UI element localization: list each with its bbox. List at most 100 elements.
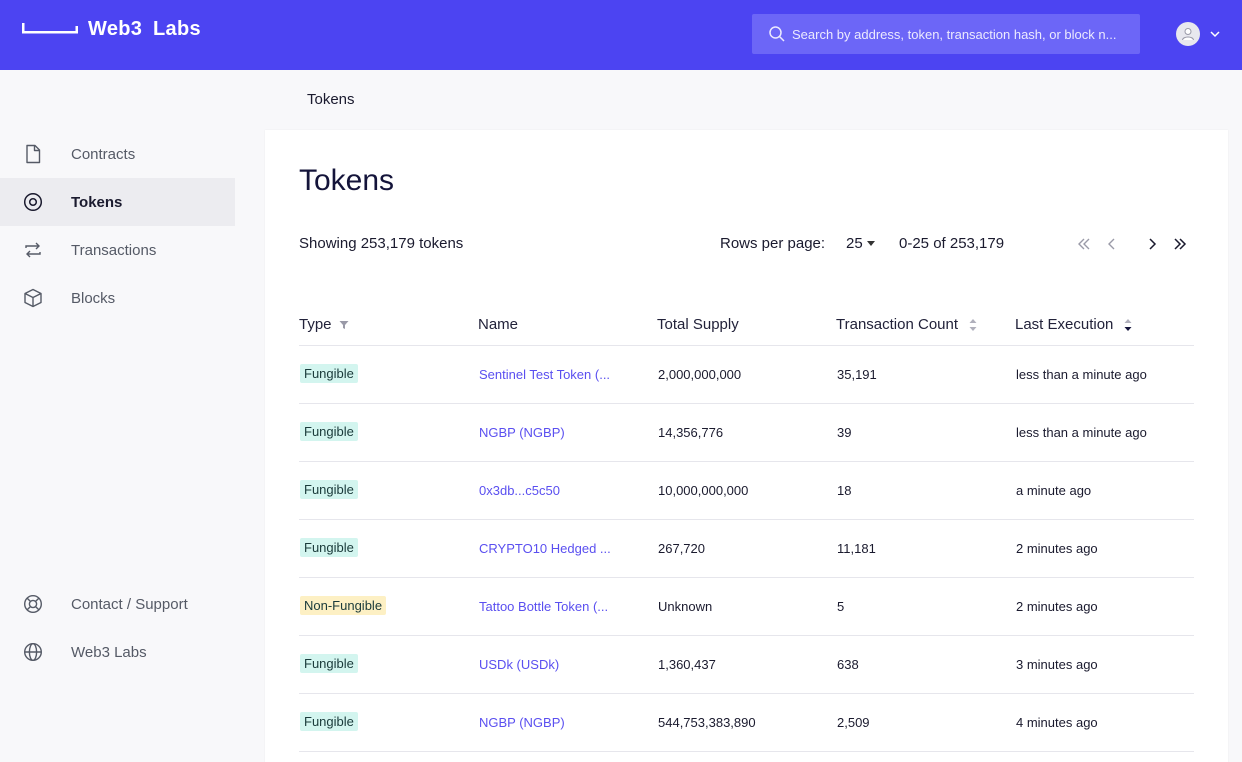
account-menu[interactable]	[1176, 22, 1222, 46]
transaction-count-cell: 18	[837, 483, 852, 498]
token-type-badge: Fungible	[300, 538, 358, 557]
transaction-count-cell: 11,181	[837, 541, 876, 556]
sidebar-item-transactions[interactable]: Transactions	[0, 226, 235, 274]
first-page-button[interactable]	[1074, 234, 1094, 254]
filter-icon[interactable]	[338, 319, 350, 331]
chevron-right-icon	[1149, 238, 1157, 250]
search-icon	[769, 26, 785, 42]
sidebar-item-contracts[interactable]: Contracts	[0, 130, 235, 178]
last-execution-cell: 2 minutes ago	[1016, 541, 1098, 556]
table-row[interactable]: Non-Fungible Tattoo Bottle Token (... Unkn…	[299, 578, 1194, 636]
table-row[interactable]: Fungible USDk (USDk) 1,360,437 638 3 minutes…	[299, 636, 1194, 694]
caret-down-icon	[866, 241, 875, 246]
token-count: Showing 253,179 tokens	[299, 235, 464, 252]
column-header-type[interactable]: Type	[299, 316, 350, 333]
last-page-button[interactable]	[1170, 234, 1190, 254]
pagination-range: 0-25 of 253,179	[899, 235, 1005, 252]
token-type-badge: Non-Fungible	[300, 596, 387, 615]
last-execution-cell: less than a minute ago	[1016, 425, 1147, 440]
token-name-link[interactable]: NGBP (NGBP)	[479, 425, 565, 440]
total-supply-cell: 10,000,000,000	[658, 483, 749, 498]
column-label: Name	[478, 316, 519, 333]
last-execution-cell: 3 minutes ago	[1016, 657, 1098, 672]
transfer-icon	[25, 242, 41, 258]
document-icon	[26, 144, 41, 164]
sidebar-item-label: Transactions	[71, 241, 157, 259]
page-title: Tokens	[299, 164, 395, 197]
web3-labs-label: Web3 Labs	[71, 643, 147, 661]
double-chevron-right-icon	[1174, 238, 1187, 250]
token-name-link[interactable]: USDk (USDk)	[479, 657, 559, 672]
token-name-link[interactable]: Sentinel Test Token (...	[479, 367, 610, 382]
next-page-button[interactable]	[1142, 234, 1162, 254]
total-supply-cell: 1,360,437	[658, 657, 716, 672]
lifebuoy-icon	[23, 594, 43, 614]
transaction-count-cell: 5	[837, 599, 845, 614]
token-name-link[interactable]: CRYPTO10 Hedged ...	[479, 541, 611, 556]
table-row[interactable]: Fungible Sentinel Test Token (... 2,000,00…	[299, 346, 1194, 404]
user-icon	[1182, 28, 1194, 41]
sidebar-item-label: Tokens	[71, 193, 123, 211]
last-execution-cell: 4 minutes ago	[1016, 715, 1098, 730]
column-label: Total Supply	[657, 316, 739, 333]
globe-icon	[23, 642, 43, 662]
table-header: Type Name Total Supply Transaction Count…	[299, 308, 1194, 346]
sidebar-footer: Contact / Support Web3 Labs	[0, 580, 235, 676]
column-header-transaction-count[interactable]: Transaction Count	[836, 316, 978, 333]
top-navigation-bar: Web3 Labs Search by address, token, tran…	[0, 0, 1242, 70]
token-type-badge: Fungible	[300, 422, 358, 441]
last-execution-cell: less than a minute ago	[1016, 367, 1147, 382]
column-label: Transaction Count	[836, 316, 959, 333]
cube-icon	[24, 288, 42, 308]
search-input[interactable]: Search by address, token, transaction ha…	[752, 14, 1140, 54]
token-name-link[interactable]: 0x3db...c5c50	[479, 483, 560, 498]
transaction-count-cell: 39	[837, 425, 852, 440]
sort-icon[interactable]	[968, 317, 978, 333]
transaction-count-cell: 638	[837, 657, 859, 672]
table-row[interactable]: Fungible 0x3db...c5c50 10,000,000,000 18 a m…	[299, 462, 1194, 520]
previous-page-button[interactable]	[1102, 234, 1122, 254]
brand[interactable]: Web3 Labs	[22, 18, 201, 41]
sidebar-item-tokens[interactable]: Tokens	[0, 178, 235, 226]
last-execution-cell: a minute ago	[1016, 483, 1092, 498]
contact-support-link[interactable]: Contact / Support	[0, 580, 235, 628]
token-icon	[23, 192, 43, 212]
web3-labs-logo-icon	[22, 22, 78, 33]
avatar[interactable]	[1176, 22, 1200, 46]
total-supply-cell: Unknown	[658, 599, 713, 614]
column-header-total-supply: Total Supply	[657, 316, 739, 333]
brand-name: Web3 Labs	[88, 18, 201, 40]
chevron-left-icon	[1108, 238, 1115, 250]
rows-per-page-select[interactable]: 25	[846, 235, 875, 252]
column-label: Type	[299, 316, 332, 333]
sidebar: Contracts Tokens Transactions Blocks	[0, 130, 235, 322]
column-header-last-execution[interactable]: Last Execution	[1015, 316, 1133, 333]
total-supply-cell: 544,753,383,890	[658, 715, 756, 730]
table-row[interactable]: Fungible NGBP (NGBP) 14,356,776 39 less than…	[299, 404, 1194, 462]
sidebar-item-label: Blocks	[71, 289, 116, 307]
column-header-name: Name	[478, 316, 518, 333]
sidebar-item-label: Contracts	[71, 145, 136, 163]
token-type-badge: Fungible	[300, 364, 358, 383]
sort-descending-icon[interactable]	[1123, 317, 1133, 333]
rows-per-page-value: 25	[846, 235, 863, 252]
token-name-link[interactable]: NGBP (NGBP)	[479, 715, 565, 730]
double-chevron-left-icon	[1078, 238, 1090, 250]
token-type-badge: Fungible	[300, 654, 358, 673]
transaction-count-cell: 2,509	[837, 715, 870, 730]
sidebar-item-blocks[interactable]: Blocks	[0, 274, 235, 322]
table-row[interactable]: Fungible CRYPTO10 Hedged ... 267,720 11,181…	[299, 520, 1194, 578]
token-name-link[interactable]: Tattoo Bottle Token (...	[479, 599, 608, 614]
tokens-card: Tokens Showing 253,179 tokens Rows per p…	[265, 130, 1228, 762]
breadcrumb: Tokens	[307, 91, 355, 108]
transaction-count-cell: 35,191	[837, 367, 877, 382]
token-type-badge: Fungible	[300, 712, 358, 731]
total-supply-cell: 267,720	[658, 541, 705, 556]
token-type-badge: Fungible	[300, 480, 358, 499]
chevron-down-icon[interactable]	[1208, 27, 1222, 41]
web3-labs-link[interactable]: Web3 Labs	[0, 628, 235, 676]
last-execution-cell: 2 minutes ago	[1016, 599, 1098, 614]
table-row[interactable]: Fungible NGBP (NGBP) 544,753,383,890 2,509 4…	[299, 694, 1194, 752]
total-supply-cell: 14,356,776	[658, 425, 724, 440]
total-supply-cell: 2,000,000,000	[658, 367, 742, 382]
